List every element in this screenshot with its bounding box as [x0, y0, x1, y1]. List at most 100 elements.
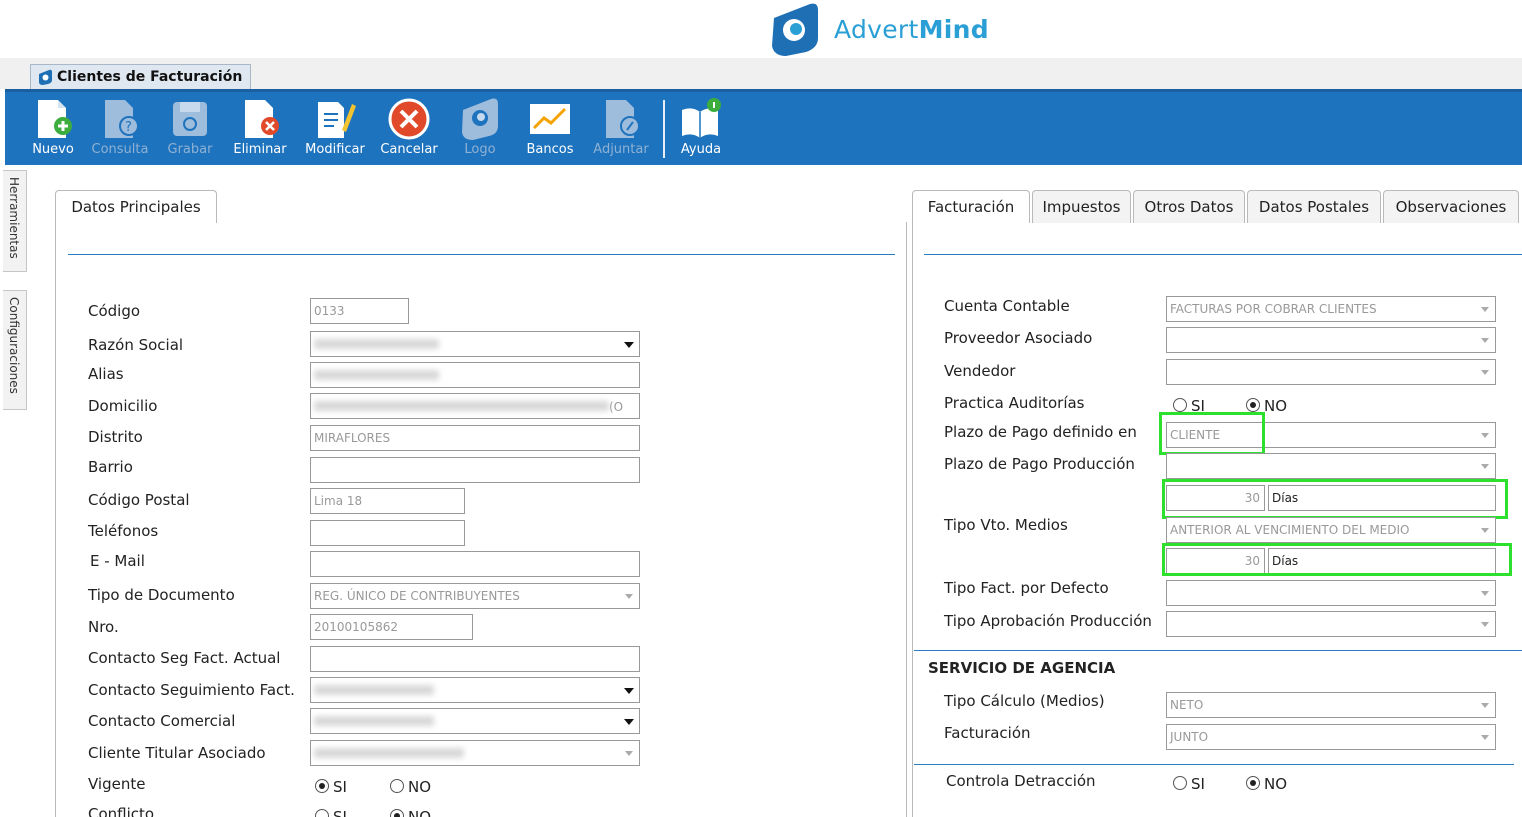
servicio-divider: [914, 650, 1522, 651]
cuenta-contable-select[interactable]: FACTURAS POR COBRAR CLIENTES: [1166, 296, 1496, 322]
alias-label: Alias: [88, 365, 124, 383]
vendedor-label: Vendedor: [944, 362, 1016, 380]
detraccion-si-radio[interactable]: SI: [1173, 775, 1205, 793]
eliminar-label: Eliminar: [233, 142, 287, 157]
facturacion-select[interactable]: JUNTO: [1166, 724, 1496, 750]
brand-name: AdvertMind: [834, 14, 989, 44]
contacto-seguimiento-select[interactable]: [310, 677, 640, 703]
grabar-button[interactable]: Grabar: [157, 96, 223, 162]
redacted-text: [314, 339, 439, 349]
tipo-documento-select[interactable]: REG. ÚNICO DE CONTRIBUYENTES: [310, 583, 640, 609]
tipo-vto-medios-label: Tipo Vto. Medios: [944, 516, 1068, 534]
proveedor-asociado-select[interactable]: [1166, 327, 1496, 353]
logo-button[interactable]: Logo: [447, 96, 513, 162]
vendedor-select[interactable]: [1166, 359, 1496, 385]
plazo-pago-produccion-select[interactable]: [1166, 453, 1496, 479]
tab-facturacion[interactable]: Facturación: [912, 190, 1030, 223]
contacto-seg-actual-label: Contacto Seg Fact. Actual: [88, 649, 281, 667]
cliente-titular-select[interactable]: [310, 740, 640, 766]
nro-field[interactable]: 20100105862: [310, 614, 473, 640]
ayuda-label: Ayuda: [680, 142, 722, 157]
controla-detraccion-label: Controla Detracción: [946, 772, 1096, 790]
highlight-dias-1: [1162, 479, 1508, 519]
cancel-circle-icon: [388, 98, 430, 140]
side-tab-configuraciones[interactable]: Configuraciones: [3, 290, 27, 410]
email-field[interactable]: [310, 551, 640, 577]
tipo-aprobacion-label: Tipo Aprobación Producción: [944, 612, 1152, 630]
codigo-label: Código: [88, 302, 141, 320]
cuenta-contable-label: Cuenta Contable: [944, 297, 1070, 315]
tipo-calculo-label: Tipo Cálculo (Medios): [944, 692, 1105, 710]
save-disk-icon: [173, 102, 207, 136]
side-tab-herramientas[interactable]: Herramientas: [3, 170, 27, 272]
nuevo-label: Nuevo: [32, 142, 74, 157]
detraccion-divider: [914, 764, 1514, 765]
cliente-titular-label: Cliente Titular Asociado: [88, 744, 266, 762]
conflicto-label: Conflicto: [88, 805, 155, 817]
chart-icon: [530, 104, 570, 134]
domicilio-field[interactable]: (O: [310, 393, 640, 419]
conflicto-si-radio[interactable]: SI: [315, 808, 347, 817]
servicio-agencia-title: SERVICIO DE AGENCIA: [928, 659, 1116, 677]
consulta-button[interactable]: ? Consulta: [87, 96, 153, 162]
vigente-no-radio[interactable]: NO: [390, 778, 431, 796]
tipo-fact-defecto-select[interactable]: [1166, 580, 1496, 606]
alias-field[interactable]: [310, 362, 640, 388]
tab-observaciones[interactable]: Observaciones: [1383, 190, 1519, 223]
distrito-label: Distrito: [88, 428, 143, 446]
modificar-label: Modificar: [305, 142, 365, 157]
delete-document-icon: [245, 100, 279, 138]
tab-impuestos[interactable]: Impuestos: [1032, 190, 1131, 223]
nuevo-button[interactable]: Nuevo: [20, 96, 86, 162]
vigente-label: Vigente: [88, 775, 146, 793]
redacted-text: [314, 748, 464, 758]
consulta-label: Consulta: [91, 142, 149, 157]
redacted-text: [314, 370, 439, 380]
logo-label: Logo: [464, 142, 496, 157]
practica-auditorias-label: Practica Auditorías: [944, 394, 1085, 412]
barrio-field[interactable]: [310, 457, 640, 483]
right-panel-divider: [924, 254, 1522, 255]
tipo-aprobacion-select[interactable]: [1166, 611, 1496, 637]
detraccion-no-radio[interactable]: NO: [1246, 775, 1287, 793]
codigo-postal-field[interactable]: Lima 18: [310, 488, 465, 514]
vigente-si-radio[interactable]: SI: [315, 778, 347, 796]
codigo-field[interactable]: 0133: [310, 298, 409, 324]
razon-social-label: Razón Social: [88, 336, 184, 354]
query-document-icon: ?: [105, 100, 139, 138]
eliminar-button[interactable]: Eliminar: [227, 96, 293, 162]
contacto-seguimiento-label: Contacto Seguimiento Fact.: [88, 681, 295, 699]
redacted-text: [314, 716, 434, 726]
ayuda-button[interactable]: Ayuda: [668, 96, 734, 162]
barrio-label: Barrio: [88, 458, 133, 476]
contacto-seg-actual-field[interactable]: [310, 646, 640, 672]
email-label: E - Mail: [90, 552, 145, 570]
bancos-button[interactable]: Bancos: [517, 96, 583, 162]
edit-document-icon: [318, 102, 356, 138]
bancos-label: Bancos: [526, 142, 574, 157]
tipo-vto-medios-select[interactable]: ANTERIOR AL VENCIMIENTO DEL MEDIO: [1166, 517, 1496, 543]
razon-social-select[interactable]: [310, 331, 640, 357]
domicilio-visible-tail: (O: [609, 400, 624, 414]
toolbar-separator: [663, 100, 665, 158]
cancelar-button[interactable]: Cancelar: [376, 96, 442, 162]
advertmind-logo-icon: [772, 3, 818, 56]
conflicto-no-radio[interactable]: NO: [390, 808, 431, 817]
cancelar-label: Cancelar: [380, 142, 438, 157]
attach-document-icon: [606, 100, 640, 138]
telefonos-field[interactable]: [310, 520, 465, 546]
brand-logo: AdvertMind: [766, 2, 989, 56]
tab-otros-datos[interactable]: Otros Datos: [1133, 190, 1245, 223]
distrito-field[interactable]: MIRAFLORES: [310, 425, 640, 451]
contacto-comercial-label: Contacto Comercial: [88, 712, 236, 730]
tab-datos-postales[interactable]: Datos Postales: [1247, 190, 1381, 223]
adjuntar-button[interactable]: Adjuntar: [588, 96, 654, 162]
tab-datos-principales[interactable]: Datos Principales: [55, 190, 217, 223]
modificar-button[interactable]: Modificar: [302, 96, 368, 162]
tab-clientes-facturacion[interactable]: Clientes de Facturación: [30, 64, 252, 89]
svg-text:?: ?: [125, 120, 132, 135]
contacto-comercial-select[interactable]: [310, 708, 640, 734]
left-panel-divider: [68, 254, 895, 255]
tipo-calculo-select[interactable]: NETO: [1166, 692, 1496, 718]
side-tab-configuraciones-label: Configuraciones: [7, 297, 21, 394]
